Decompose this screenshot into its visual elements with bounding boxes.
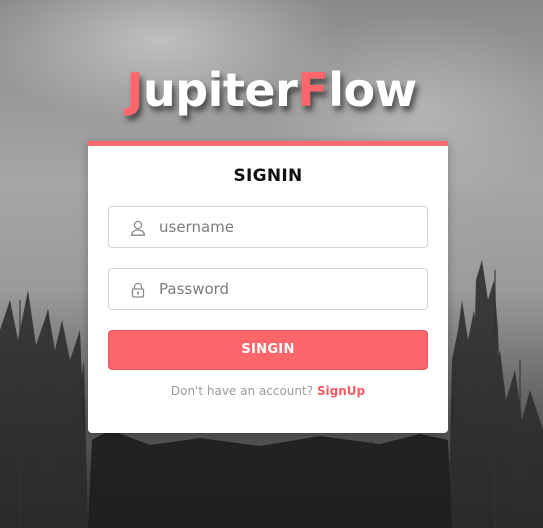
app-logo: JupiterFlow — [0, 60, 543, 120]
logo-text-low: low — [328, 63, 417, 117]
signin-title: SIGNIN — [233, 166, 303, 186]
username-field[interactable] — [108, 206, 428, 248]
signup-link[interactable]: SignUp — [317, 384, 365, 398]
lock-icon — [129, 281, 147, 299]
username-input[interactable] — [159, 207, 419, 247]
signin-button[interactable]: SINGIN — [108, 330, 428, 370]
signup-prompt-text: Don't have an account? — [170, 384, 314, 398]
password-input[interactable] — [159, 269, 419, 309]
logo-text-upiter: upiter — [142, 63, 298, 117]
user-icon — [129, 219, 147, 237]
password-field[interactable] — [108, 268, 428, 310]
logo-letter-j: J — [126, 63, 143, 117]
signin-card: SIGNIN SINGIN Don't have an account? Sig… — [88, 141, 448, 433]
signup-prompt-line: Don't have an account? SignUp — [88, 384, 448, 398]
logo-letter-f: F — [297, 63, 329, 117]
